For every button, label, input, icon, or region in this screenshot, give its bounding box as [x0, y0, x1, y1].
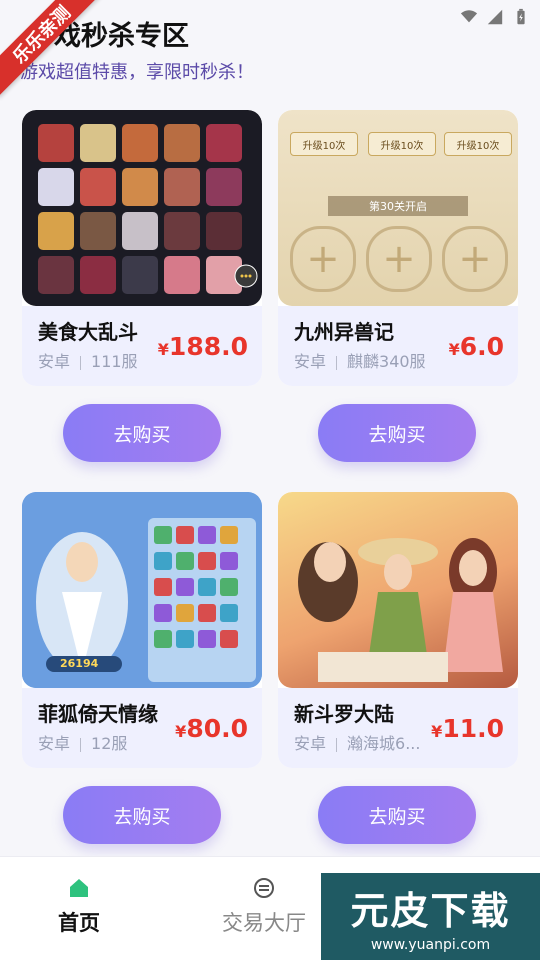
buy-button[interactable]: 去购买	[63, 786, 221, 844]
product-price: ¥188.0	[158, 332, 248, 361]
price-value: 11.0	[442, 714, 504, 743]
product-price: ¥11.0	[431, 714, 504, 743]
nav-item-home[interactable]: 首页	[58, 877, 100, 937]
product-price: ¥80.0	[175, 714, 248, 743]
battery-icon	[517, 8, 525, 25]
product-name: 新斗罗大陆	[294, 702, 394, 726]
product-platform: 安卓	[294, 734, 327, 753]
plus-icon: +	[442, 226, 508, 292]
plus-icon: +	[290, 226, 356, 292]
product-info: 美食大乱斗 安卓 111服 ¥188.0	[22, 306, 262, 386]
product-card[interactable]: 升级10次 升级10次 升级10次 第30关开启 + + + 九州异兽记 安卓 麒…	[278, 110, 518, 386]
stage-banner: 第30关开启	[328, 196, 468, 216]
divider	[80, 737, 82, 752]
product-name: 九州异兽记	[294, 320, 394, 344]
nav-label-home: 首页	[58, 911, 100, 935]
product-info: 新斗罗大陆 安卓 瀚海城6... ¥11.0	[278, 688, 518, 768]
price-value: 6.0	[459, 332, 504, 361]
page-subtitle: 游戏超值特惠，享限时秒杀！	[20, 62, 254, 83]
upgrade-label: 升级10次	[444, 132, 512, 156]
product-meta: 安卓 12服	[38, 730, 127, 754]
nav-item-trade[interactable]: 交易大厅	[222, 877, 306, 937]
product-platform: 安卓	[38, 352, 71, 371]
product-info: 菲狐倚天情缘 安卓 12服 ¥80.0	[22, 688, 262, 768]
trade-icon	[254, 878, 274, 898]
product-thumbnail: 升级10次 升级10次 升级10次 第30关开启 + + +	[278, 110, 518, 306]
product-name: 菲狐倚天情缘	[38, 702, 158, 726]
price-value: 188.0	[168, 332, 248, 361]
divider	[336, 737, 338, 752]
product-price: ¥6.0	[449, 332, 504, 361]
character-grid-image	[38, 124, 258, 294]
product-meta: 安卓 麒麟340服	[294, 348, 426, 372]
currency-symbol: ¥	[448, 340, 460, 359]
product-meta: 安卓 瀚海城6...	[294, 730, 420, 754]
home-icon	[70, 879, 88, 897]
product-thumbnail: 26194	[22, 492, 262, 688]
divider	[80, 355, 82, 370]
product-card[interactable]: 26194 菲狐倚天情缘 安卓 12服 ¥80.0	[22, 492, 262, 768]
product-info: 九州异兽记 安卓 麒麟340服 ¥6.0	[278, 306, 518, 386]
divider	[336, 355, 338, 370]
plus-icon: +	[366, 226, 432, 292]
status-icons	[460, 8, 530, 26]
power-value: 26194	[60, 657, 99, 670]
watermark-title: 元皮下载	[350, 889, 511, 933]
currency-symbol: ¥	[157, 340, 169, 359]
product-thumbnail	[22, 110, 262, 306]
price-value: 80.0	[186, 714, 248, 743]
upgrade-label: 升级10次	[368, 132, 436, 156]
wifi-icon	[460, 10, 478, 23]
upgrade-label: 升级10次	[290, 132, 358, 156]
product-card[interactable]: 新斗罗大陆 安卓 瀚海城6... ¥11.0	[278, 492, 518, 768]
watermark-url: www.yuanpi.com	[370, 937, 491, 953]
nav-label-trade: 交易大厅	[222, 911, 306, 935]
product-server: 111服	[91, 352, 138, 371]
product-meta: 安卓 111服	[38, 348, 138, 372]
watermark-logo: 元皮下载 www.yuanpi.com	[321, 873, 540, 960]
product-platform: 安卓	[38, 734, 71, 753]
product-server: 12服	[91, 734, 128, 753]
characters-picnic-image	[298, 538, 503, 682]
product-card[interactable]: 美食大乱斗 安卓 111服 ¥188.0	[22, 110, 262, 386]
buy-button[interactable]: 去购买	[63, 404, 221, 462]
buy-button[interactable]: 去购买	[318, 404, 476, 462]
buy-button[interactable]: 去购买	[318, 786, 476, 844]
currency-symbol: ¥	[431, 722, 443, 741]
signal-icon	[487, 9, 503, 25]
product-server: 麒麟340服	[347, 352, 426, 371]
character-inventory-image	[22, 492, 262, 688]
currency-symbol: ¥	[175, 722, 187, 741]
product-name: 美食大乱斗	[38, 320, 138, 344]
product-server: 瀚海城6...	[347, 734, 421, 753]
product-platform: 安卓	[294, 352, 327, 371]
product-thumbnail	[278, 492, 518, 688]
